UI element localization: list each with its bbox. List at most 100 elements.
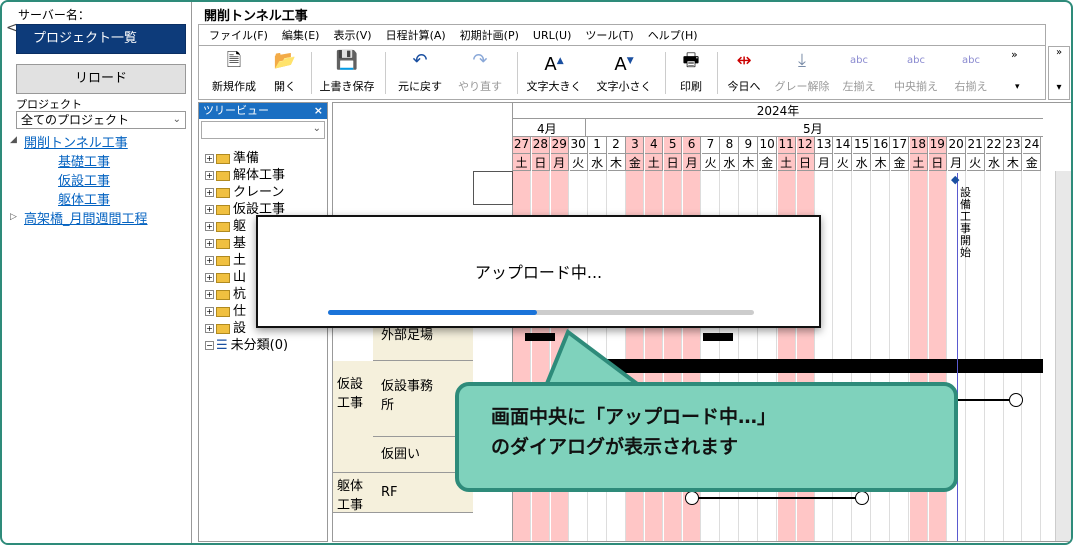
toolbar-separator: [517, 52, 518, 94]
open-button[interactable]: 📂 開く: [267, 50, 303, 94]
align-left-label: 左揃え: [842, 80, 876, 93]
align-right-label: 右揃え: [954, 80, 988, 93]
tree-item-project[interactable]: 開削トンネル工事: [24, 132, 128, 151]
task-node[interactable]: [855, 491, 869, 505]
menu-tools[interactable]: ツール(T): [585, 27, 633, 43]
day-weekday: 日: [796, 154, 815, 171]
menu-edit[interactable]: 編集(E): [282, 27, 320, 43]
upload-progress-fill: [328, 310, 537, 315]
menu-initial-plan[interactable]: 初期計画(P): [460, 27, 519, 43]
day-weekday: 金: [1023, 154, 1042, 171]
day-number: 7: [702, 137, 720, 154]
treeview-filter-select[interactable]: ⌄: [201, 121, 325, 139]
print-icon: 🖶: [682, 50, 700, 71]
tree-item-foundation[interactable]: 基礎工事: [58, 151, 110, 170]
print-button[interactable]: 🖶 印刷: [673, 50, 709, 94]
toolbar-separator: [311, 52, 312, 94]
tree-item-structure[interactable]: 躯体工事: [58, 189, 110, 208]
toolbar-dropdown-icon[interactable]: ▾: [1015, 82, 1020, 92]
today-icon: ⇹: [736, 50, 752, 71]
menu-schedule-calc[interactable]: 日程計算(A): [386, 27, 446, 43]
overflow-chevron-icon: »: [1055, 47, 1063, 58]
menu-url[interactable]: URL(U): [533, 29, 571, 42]
expand-icon[interactable]: +: [205, 256, 214, 265]
align-center-button[interactable]: abc 中央揃え: [889, 50, 943, 94]
task-node[interactable]: [1009, 393, 1023, 407]
toolbar-overflow-right[interactable]: » ▾: [1048, 46, 1070, 100]
close-icon[interactable]: ×: [314, 103, 323, 119]
save-button[interactable]: 💾 上書き保存: [315, 50, 379, 94]
task-node[interactable]: [685, 491, 699, 505]
redo-button[interactable]: ↷ やり直す: [453, 50, 507, 94]
align-center-icon: abc: [907, 55, 925, 66]
window-title: 開削トンネル工事: [204, 9, 308, 24]
expand-icon[interactable]: +: [205, 154, 214, 163]
expand-icon[interactable]: +: [205, 324, 214, 333]
server-name-label: サーバー名：: [18, 8, 90, 22]
expand-icon[interactable]: +: [205, 290, 214, 299]
day-weekday: 日: [928, 154, 947, 171]
row-group-structure: 躯体 工事: [333, 473, 373, 513]
toolbar-overflow-icon[interactable]: »: [1011, 48, 1018, 61]
expand-icon[interactable]: +: [205, 222, 214, 231]
vertical-scrollbar-bottom[interactable]: [1055, 273, 1071, 541]
redo-label: やり直す: [458, 80, 502, 93]
tree-item-viaduct[interactable]: 高架橋_月間週間工程: [24, 208, 148, 227]
align-center-label: 中央揃え: [894, 80, 938, 93]
reload-button[interactable]: リロード: [16, 64, 186, 94]
gray-clear-button[interactable]: ⤓ グレー解除: [773, 50, 831, 94]
expand-icon[interactable]: +: [205, 205, 214, 214]
project-list-button[interactable]: プロジェクト一覧: [16, 24, 186, 54]
day-weekday: 日: [531, 154, 550, 171]
upload-progress-bar: [328, 310, 754, 315]
expand-icon[interactable]: +: [205, 307, 214, 316]
expand-icon[interactable]: +: [205, 239, 214, 248]
tree-item-temporary[interactable]: 仮設工事: [58, 170, 110, 189]
chevron-down-icon: ⌄: [312, 123, 321, 134]
month-divider: [585, 119, 586, 137]
font-larger-label: 文字大きく: [526, 80, 582, 93]
expand-icon[interactable]: +: [205, 273, 214, 282]
tv-item[interactable]: − ☰ 未分類(0): [205, 334, 288, 353]
toolbar: 🗎 新規作成 📂 開く 💾 上書き保存 ↶ 元に戻す ↷ やり直す A▲ 文字大…: [198, 46, 1046, 100]
month-header: 4月 5月: [513, 119, 1043, 137]
tv-item-label: 未分類(0): [230, 338, 289, 353]
day-weekday: 土: [645, 154, 664, 171]
milestone-label: 設備工事開始: [960, 186, 971, 259]
task-bar[interactable]: [703, 333, 733, 341]
label-box: [473, 171, 513, 205]
font-smaller-button[interactable]: A▼ 文字小さく: [593, 50, 655, 94]
menu-file[interactable]: ファイル(F): [209, 27, 268, 43]
collapse-icon[interactable]: −: [205, 341, 214, 350]
menu-view[interactable]: 表示(V): [333, 27, 371, 43]
expand-icon[interactable]: +: [205, 171, 214, 180]
day-number: 8: [720, 137, 739, 154]
day-weekday: 月: [947, 154, 966, 171]
day-number: 28: [531, 137, 550, 154]
collapsed-triangle-icon[interactable]: ▷: [10, 212, 17, 222]
open-label: 開く: [274, 80, 296, 93]
folder-icon: [216, 204, 230, 215]
font-larger-button[interactable]: A▲ 文字大きく: [523, 50, 585, 94]
folder-icon: [216, 255, 230, 266]
day-weekday: 土: [909, 154, 928, 171]
folder-icon: [216, 187, 230, 198]
milestone-marker-icon[interactable]: ◆: [951, 173, 959, 186]
row-group-temp-works: 仮設 工事: [333, 361, 373, 473]
undo-button[interactable]: ↶ 元に戻す: [391, 50, 449, 94]
list-icon: ☰: [216, 338, 228, 353]
vertical-scrollbar-top[interactable]: [1055, 171, 1071, 273]
menu-help[interactable]: ヘルプ(H): [648, 27, 698, 43]
align-right-button[interactable]: abc 右揃え: [949, 50, 993, 94]
today-button[interactable]: ⇹ 今日へ: [723, 50, 765, 94]
project-select[interactable]: 全てのプロジェクト ⌄: [16, 111, 186, 129]
day-weekday: 木: [607, 154, 626, 171]
align-left-button[interactable]: abc 左揃え: [837, 50, 881, 94]
day-weekday: 水: [853, 154, 872, 171]
expand-icon[interactable]: +: [205, 188, 214, 197]
folder-icon: [216, 238, 230, 249]
expanded-triangle-icon[interactable]: ◢: [10, 135, 17, 145]
new-button[interactable]: 🗎 新規作成: [207, 50, 261, 94]
save-label: 上書き保存: [319, 80, 375, 93]
day-weekday: 月: [550, 154, 569, 171]
